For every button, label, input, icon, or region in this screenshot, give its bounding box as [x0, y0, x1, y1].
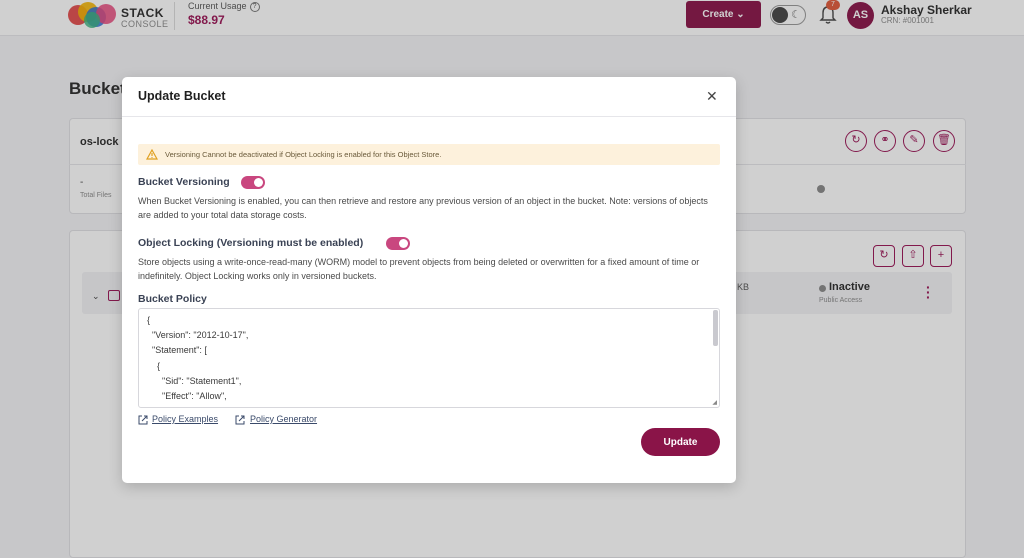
modal-divider: [122, 116, 736, 117]
modal-title: Update Bucket: [138, 89, 226, 103]
external-link-icon: [138, 415, 148, 425]
locking-title: Object Locking (Versioning must be enabl…: [138, 237, 364, 249]
policy-textarea[interactable]: { "Version": "2012-10-17", "Statement": …: [138, 308, 720, 408]
close-icon[interactable]: ✕: [706, 89, 718, 103]
toggle-knob: [399, 239, 408, 248]
versioning-toggle[interactable]: [241, 176, 265, 189]
locking-description: Store objects using a write-once-read-ma…: [138, 257, 700, 281]
policy-examples-link[interactable]: Policy Examples: [152, 414, 218, 424]
external-link-icon: [235, 415, 245, 425]
toggle-knob: [254, 178, 263, 187]
policy-value: { "Version": "2012-10-17", "Statement": …: [147, 315, 249, 407]
update-button[interactable]: Update: [641, 428, 720, 456]
warning-banner: Versioning Cannot be deactivated if Obje…: [138, 144, 720, 165]
scrollbar-thumb[interactable]: [713, 310, 718, 346]
versioning-description: When Bucket Versioning is enabled, you c…: [138, 196, 708, 220]
locking-toggle[interactable]: [386, 237, 410, 250]
warning-icon: [146, 149, 158, 160]
versioning-title: Bucket Versioning: [138, 176, 230, 188]
resize-handle-icon[interactable]: ◢: [712, 400, 717, 406]
update-bucket-modal: Update Bucket ✕ Versioning Cannot be dea…: [122, 77, 736, 483]
warning-text: Versioning Cannot be deactivated if Obje…: [165, 150, 442, 159]
policy-title: Bucket Policy: [138, 293, 207, 305]
policy-generator-link[interactable]: Policy Generator: [250, 414, 317, 424]
